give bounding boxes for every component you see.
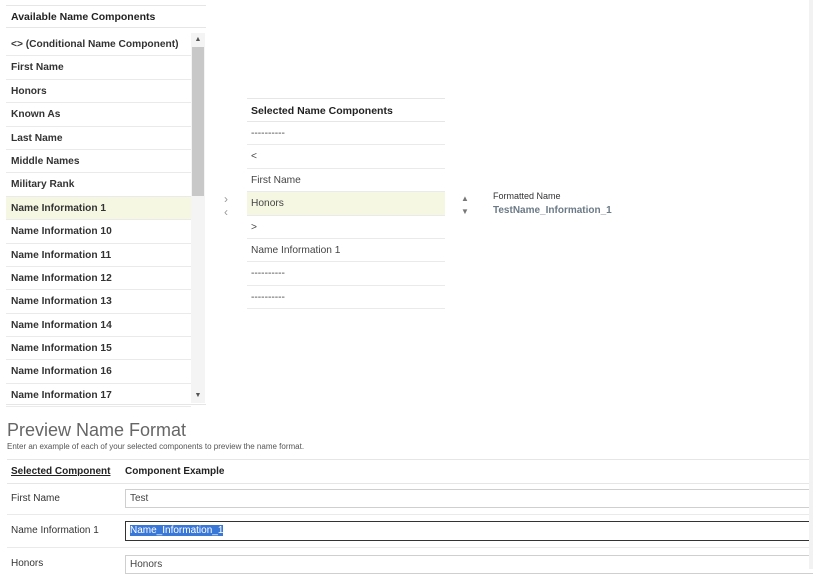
available-component-item[interactable]: Name Information 16 bbox=[6, 360, 191, 384]
preview-subtitle: Enter an example of each of your selecte… bbox=[7, 442, 305, 451]
preview-row-component: Honors bbox=[11, 558, 44, 569]
chevron-right-icon[interactable]: › bbox=[220, 193, 232, 205]
page-scrollbar[interactable] bbox=[809, 0, 813, 569]
available-component-item[interactable]: Name Information 14 bbox=[6, 314, 191, 338]
available-list-scrollbar[interactable]: ▲ ▼ bbox=[191, 33, 205, 403]
scroll-up-icon[interactable]: ▲ bbox=[191, 33, 205, 47]
preview-row-component: First Name bbox=[11, 493, 60, 504]
available-component-item[interactable]: Name Information 15 bbox=[6, 337, 191, 361]
component-example-input[interactable]: Test bbox=[125, 489, 813, 508]
selected-component-item[interactable]: Honors bbox=[247, 192, 445, 216]
preview-row: Honors Honors bbox=[7, 548, 813, 574]
selected-components-header: Selected Name Components bbox=[247, 98, 445, 122]
selected-component-item[interactable]: ---------- bbox=[247, 262, 445, 286]
selected-component-item[interactable]: Name Information 1 bbox=[247, 239, 445, 263]
available-component-item[interactable]: Name Information 10 bbox=[6, 220, 191, 244]
available-component-item[interactable]: Honors bbox=[6, 80, 191, 104]
triangle-down-icon[interactable]: ▼ bbox=[459, 207, 471, 217]
divider bbox=[6, 404, 206, 405]
triangle-up-icon[interactable]: ▲ bbox=[459, 194, 471, 204]
available-component-item[interactable]: Known As bbox=[6, 103, 191, 127]
column-selected-component[interactable]: Selected Component bbox=[11, 460, 110, 483]
component-example-input[interactable]: Honors bbox=[125, 555, 813, 574]
component-example-input[interactable]: Name_Information_1 bbox=[125, 521, 813, 541]
selected-component-item[interactable]: ---------- bbox=[247, 122, 445, 146]
available-component-item[interactable]: <> (Conditional Name Component) bbox=[6, 33, 191, 57]
preview-title: Preview Name Format bbox=[7, 420, 187, 440]
selected-component-item[interactable]: > bbox=[247, 216, 445, 239]
available-components-panel: Available Name Components <> (Conditiona… bbox=[6, 5, 206, 408]
available-component-item[interactable]: Name Information 13 bbox=[6, 290, 191, 314]
preview-row: First Name Test bbox=[7, 484, 813, 515]
formatted-name-value: TestName_Information_1 bbox=[493, 205, 612, 216]
selected-components-panel: Selected Name Components ---------- < Firs… bbox=[247, 98, 445, 310]
available-component-item[interactable]: Middle Names bbox=[6, 150, 191, 174]
available-components-list: <> (Conditional Name Component) First Nam… bbox=[6, 33, 191, 408]
scroll-down-icon[interactable]: ▼ bbox=[191, 389, 205, 403]
available-component-item[interactable]: First Name bbox=[6, 56, 191, 80]
selected-component-item[interactable]: ---------- bbox=[247, 286, 445, 310]
available-component-item[interactable]: Name Information 11 bbox=[6, 244, 191, 267]
available-component-item[interactable]: Last Name bbox=[6, 127, 191, 150]
scrollbar-thumb[interactable] bbox=[192, 47, 204, 196]
preview-table-header: Selected Component Component Example bbox=[7, 459, 809, 484]
preview-row-component: Name Information 1 bbox=[11, 525, 99, 536]
selected-component-item[interactable]: < bbox=[247, 145, 445, 169]
selected-component-item[interactable]: First Name bbox=[247, 169, 445, 193]
chevron-left-icon[interactable]: ‹ bbox=[220, 206, 232, 218]
available-components-header: Available Name Components bbox=[6, 5, 206, 28]
preview-row: Name Information 1 Name_Information_1 bbox=[7, 515, 813, 548]
available-component-item[interactable]: Name Information 12 bbox=[6, 267, 191, 291]
preview-table: Selected Component Component Example Fir… bbox=[7, 459, 813, 574]
column-component-example: Component Example bbox=[125, 466, 225, 477]
available-component-item[interactable]: Name Information 1 bbox=[6, 196, 191, 221]
available-component-item[interactable]: Military Rank bbox=[6, 173, 191, 197]
formatted-name-label: Formatted Name bbox=[493, 191, 561, 201]
selected-components-list: ---------- < First Name Honors > Name Informa… bbox=[247, 122, 445, 310]
